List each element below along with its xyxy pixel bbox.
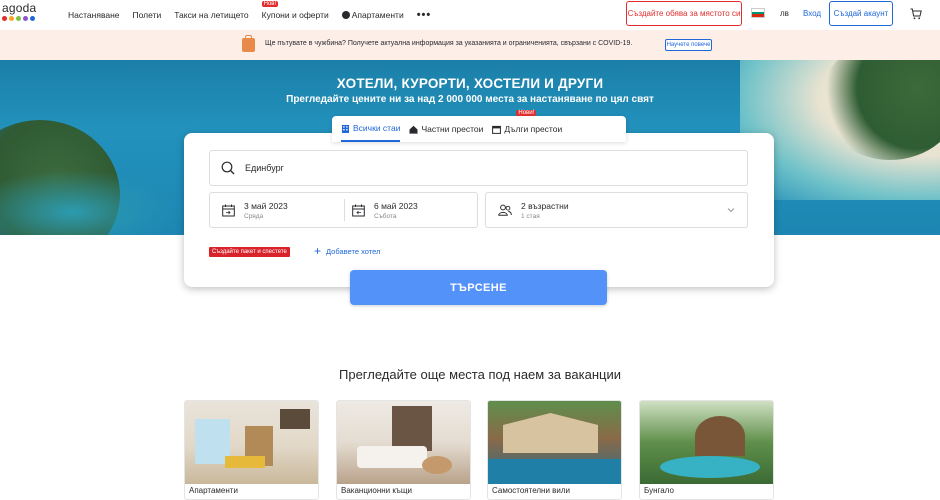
new-badge: Нови!	[516, 110, 537, 116]
apartments-image	[185, 401, 318, 484]
suitcase-icon	[242, 35, 255, 52]
bulgarian-flag-icon[interactable]	[751, 8, 765, 18]
checkout-day: Събота	[374, 212, 397, 220]
tab-long-stays[interactable]: Нови! Дълги престои	[492, 110, 563, 142]
bungalow-image	[640, 401, 773, 484]
vacation-rentals-heading: Прегледайте още места под наем за ваканц…	[339, 367, 621, 382]
search-button[interactable]: ТЪРСЕНЕ	[350, 270, 607, 305]
add-hotel-button[interactable]: + Добавете хотел	[314, 245, 380, 257]
cart-icon[interactable]	[910, 8, 922, 20]
package-savings-tag: Създайте пакет и спестете	[209, 247, 290, 257]
calendar-icon	[492, 125, 502, 134]
chevron-down-icon	[727, 208, 735, 213]
covid-notice-bar: Ще пътувате в чужбина? Получете актуална…	[0, 30, 940, 60]
sign-in-link[interactable]: Вход	[803, 9, 821, 18]
logo-dot-blue	[30, 16, 35, 21]
agoda-logo[interactable]: agoda	[2, 2, 42, 26]
house-icon	[409, 125, 418, 134]
covid-notice-text: Ще пътувате в чужбина? Получете актуална…	[265, 40, 633, 47]
property-card-label: Апартаменти	[189, 486, 238, 495]
guests-selector[interactable]: 2 възрастни 1 стая	[485, 192, 748, 228]
nav-link-apartments[interactable]: Апартаменти	[341, 10, 404, 20]
people-icon	[498, 204, 512, 216]
guests-count: 2 възрастни	[521, 200, 569, 211]
tab-long-stays-label: Дълги престои	[504, 124, 563, 134]
destination-input[interactable]: Единбург	[209, 150, 748, 186]
logo-dot-orange	[9, 16, 14, 21]
property-card-bungalow[interactable]: Бунгало	[639, 400, 774, 500]
tab-private-stays[interactable]: Частни престои	[409, 116, 483, 142]
more-menu-button[interactable]: •••	[417, 9, 432, 21]
apartment-icon	[341, 11, 350, 19]
calendar-checkout-icon	[352, 204, 365, 216]
search-card: Единбург 3 май 2023 Сряда 6 май 2023 Съб…	[184, 133, 774, 287]
property-card-label: Самостоятелни вили	[492, 486, 571, 495]
logo-dot-red	[2, 16, 7, 21]
logo-dot-purple	[23, 16, 28, 21]
currency-selector[interactable]: лв	[780, 9, 789, 18]
hero-subtitle: Прегледайте цените ни за над 2 000 000 м…	[286, 94, 654, 105]
date-divider	[344, 199, 345, 221]
nav-links: Настаняване Полети Такси на летището Нов…	[68, 0, 444, 30]
tab-all-rooms[interactable]: Всички стаи	[341, 116, 401, 142]
list-property-button[interactable]: Създайте обява за мястото си	[626, 1, 742, 26]
private-villas-image	[488, 401, 621, 484]
new-badge: Нов!	[261, 1, 279, 7]
property-card-private-villas[interactable]: Самостоятелни вили	[487, 400, 622, 500]
destination-value: Единбург	[245, 163, 284, 173]
calendar-checkin-icon	[222, 204, 235, 216]
nav-link-accommodation[interactable]: Настаняване	[68, 10, 120, 20]
logo-dot-green	[16, 16, 21, 21]
learn-more-button[interactable]: Научете повече	[665, 39, 712, 51]
hotel-icon	[342, 124, 349, 133]
property-card-label: Ваканционни къщи	[341, 486, 412, 495]
checkin-field[interactable]: 3 май 2023 Сряда	[222, 193, 288, 227]
create-account-button[interactable]: Създай акаунт	[829, 1, 893, 26]
hero-title: ХОТЕЛИ, КУРОРТИ, ХОСТЕЛИ И ДРУГИ	[336, 76, 604, 91]
search-tabs: Всички стаи Частни престои Нови! Дълги п…	[332, 110, 626, 142]
rooms-count: 1 стая	[521, 212, 540, 220]
tab-all-rooms-label: Всички стаи	[353, 123, 401, 133]
logo-text: agoda	[2, 1, 37, 15]
plus-icon: +	[314, 244, 322, 258]
add-hotel-label: Добавете хотел	[326, 246, 381, 256]
hero-sea	[0, 170, 180, 235]
holiday-homes-image	[337, 401, 470, 484]
nav-link-apartments-label: Апартаменти	[351, 10, 404, 20]
checkin-date: 3 май 2023	[244, 200, 288, 211]
checkout-date: 6 май 2023	[374, 200, 418, 211]
nav-link-airport-taxi[interactable]: Такси на летището	[174, 10, 248, 20]
property-card-apartments[interactable]: Апартаменти	[184, 400, 319, 500]
search-icon	[221, 161, 235, 175]
logo-dots	[2, 16, 42, 21]
tab-private-stays-label: Частни престои	[421, 124, 484, 134]
property-card-label: Бунгало	[644, 486, 674, 495]
property-card-holiday-homes[interactable]: Ваканционни къщи	[336, 400, 471, 500]
date-range-picker[interactable]: 3 май 2023 Сряда 6 май 2023 Събота	[209, 192, 478, 228]
checkout-field[interactable]: 6 май 2023 Събота	[352, 193, 418, 227]
nav-link-coupons-label: Купони и оферти	[261, 10, 329, 20]
checkin-day: Сряда	[244, 212, 264, 220]
nav-link-flights[interactable]: Полети	[133, 10, 162, 20]
nav-link-coupons[interactable]: Нов! Купони и оферти	[261, 1, 329, 20]
top-nav: agoda Настаняване Полети Такси на летище…	[0, 0, 940, 30]
